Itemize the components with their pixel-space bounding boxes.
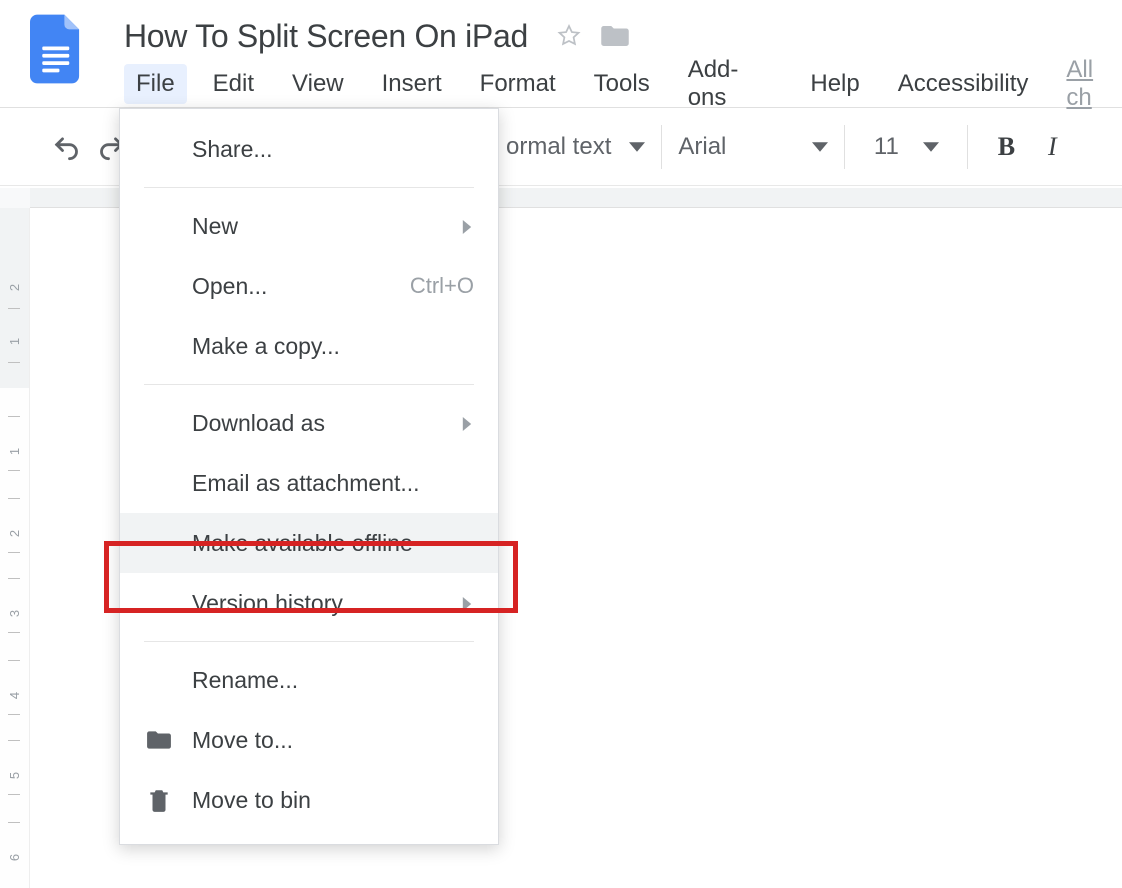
bold-button[interactable]: B: [984, 125, 1028, 169]
font-family-select[interactable]: Arial: [678, 133, 828, 161]
menu-insert[interactable]: Insert: [370, 64, 454, 104]
file-menu-download-as[interactable]: Download as: [120, 393, 498, 453]
submenu-arrow-icon: [460, 213, 474, 240]
ruler-tick-label: 2: [7, 284, 22, 291]
menu-all-changes-link[interactable]: All ch: [1054, 50, 1122, 118]
undo-button[interactable]: [44, 125, 88, 169]
ruler-tick-label: 6: [7, 854, 22, 861]
file-menu-label: Share...: [192, 136, 273, 163]
toolbar-separator: [967, 125, 968, 169]
file-menu-label: Download as: [192, 410, 325, 437]
vertical-ruler[interactable]: 2 1 1 2 3 4 5 6: [0, 208, 30, 888]
submenu-arrow-icon: [460, 410, 474, 437]
chevron-down-icon: [923, 139, 939, 155]
keyboard-shortcut: Ctrl+O: [410, 273, 474, 299]
font-family-label: Arial: [678, 133, 726, 161]
file-menu-email-attachment[interactable]: Email as attachment...: [120, 453, 498, 513]
menu-format[interactable]: Format: [468, 64, 568, 104]
file-menu-label: Move to...: [192, 727, 293, 754]
paragraph-style-label: ormal text: [506, 133, 611, 161]
document-title[interactable]: How To Split Screen On iPad: [124, 18, 528, 55]
file-menu-label: New: [192, 213, 238, 240]
toolbar-separator: [661, 125, 662, 169]
menu-file[interactable]: File: [124, 64, 187, 104]
menu-accessibility[interactable]: Accessibility: [886, 64, 1041, 104]
menu-help[interactable]: Help: [798, 64, 871, 104]
file-menu-new[interactable]: New: [120, 196, 498, 256]
ruler-tick-label: 5: [7, 772, 22, 779]
ruler-tick-label: 1: [7, 448, 22, 455]
menu-view[interactable]: View: [280, 64, 356, 104]
file-menu-label: Make a copy...: [192, 333, 340, 360]
docs-logo-icon[interactable]: [30, 13, 84, 85]
file-menu-label: Open...: [192, 273, 267, 300]
file-menu-rename[interactable]: Rename...: [120, 650, 498, 710]
menu-separator: [144, 187, 474, 188]
folder-move-icon[interactable]: [600, 23, 630, 49]
file-menu-label: Move to bin: [192, 787, 311, 814]
paragraph-style-select[interactable]: ormal text: [506, 133, 645, 161]
italic-button[interactable]: I: [1030, 125, 1074, 169]
ruler-tick-label: 4: [7, 692, 22, 699]
folder-icon: [144, 725, 174, 755]
font-size-select[interactable]: 11: [861, 133, 951, 161]
file-menu-open[interactable]: Open... Ctrl+O: [120, 256, 498, 316]
menu-addons[interactable]: Add-ons: [676, 50, 785, 118]
menu-separator: [144, 641, 474, 642]
ruler-tick-label: 3: [7, 610, 22, 617]
menu-tools[interactable]: Tools: [582, 64, 662, 104]
file-menu-move-to-bin[interactable]: Move to bin: [120, 770, 498, 830]
ruler-tick-label: 1: [7, 338, 22, 345]
file-menu-share[interactable]: Share...: [120, 119, 498, 179]
file-menu-dropdown: Share... New Open... Ctrl+O Make a copy.…: [119, 108, 499, 845]
file-menu-make-offline[interactable]: Make available offline: [120, 513, 498, 573]
chevron-down-icon: [812, 139, 828, 155]
trash-icon: [144, 785, 174, 815]
file-menu-make-copy[interactable]: Make a copy...: [120, 316, 498, 376]
file-menu-label: Version history: [192, 590, 343, 617]
toolbar-separator: [844, 125, 845, 169]
file-menu-move-to[interactable]: Move to...: [120, 710, 498, 770]
file-menu-label: Rename...: [192, 667, 298, 694]
star-icon[interactable]: [556, 23, 582, 49]
menu-separator: [144, 384, 474, 385]
title-bar: How To Split Screen On iPad: [0, 0, 1122, 60]
file-menu-version-history[interactable]: Version history: [120, 573, 498, 633]
file-menu-label: Email as attachment...: [192, 470, 420, 497]
menu-edit[interactable]: Edit: [201, 64, 266, 104]
file-menu-label: Make available offline: [192, 530, 413, 557]
submenu-arrow-icon: [460, 590, 474, 617]
ruler-tick-label: 2: [7, 530, 22, 537]
chevron-down-icon: [629, 139, 645, 155]
menu-bar: File Edit View Insert Format Tools Add-o…: [0, 60, 1122, 108]
font-size-value: 11: [874, 133, 899, 161]
